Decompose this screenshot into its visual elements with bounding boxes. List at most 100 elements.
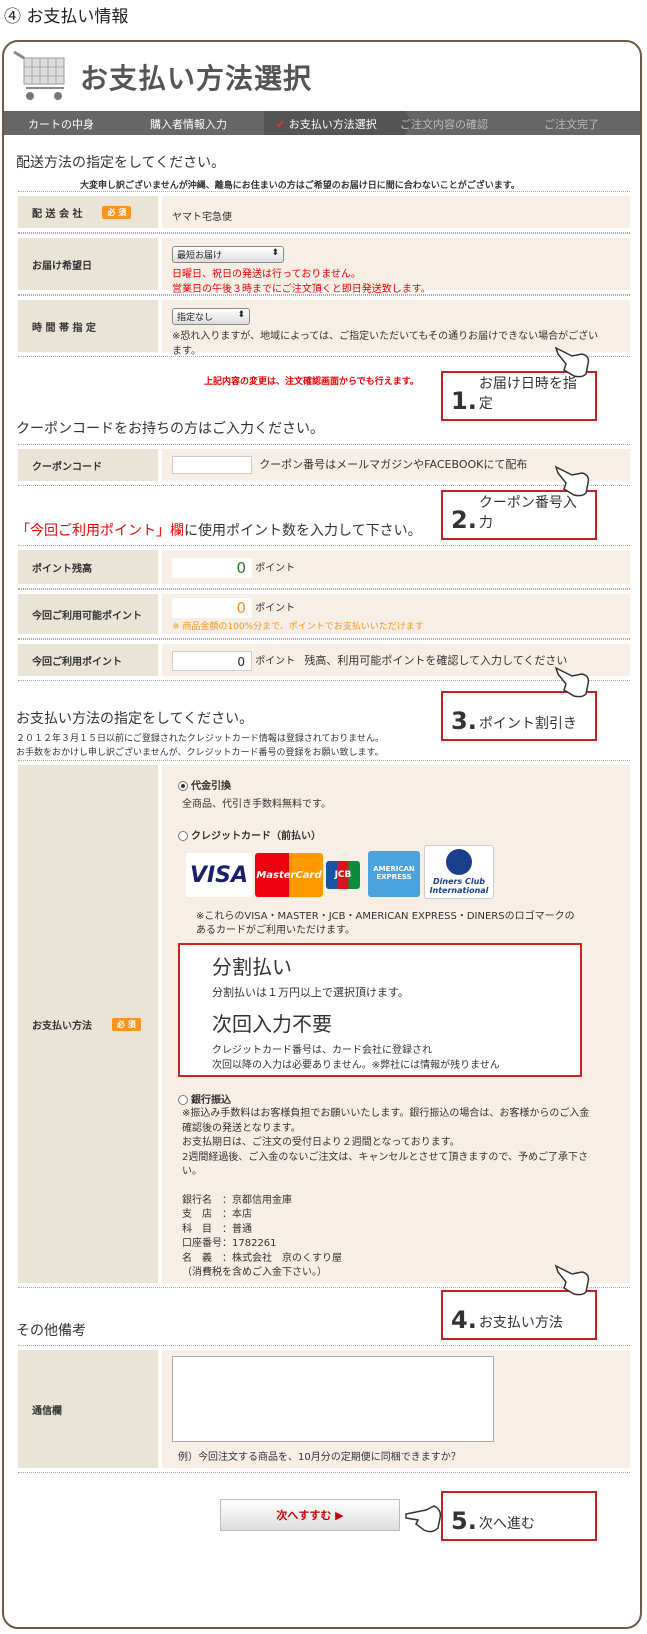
radio-icon[interactable] (178, 1095, 188, 1105)
points-title-rest: に使用ポイント数を入力して下さい。 (184, 523, 422, 539)
delivery-notice: 大変申し訳ございませんが沖縄、離島にお住まいの方はご希望のお届け日に間に合わない… (80, 181, 520, 191)
coupon-row: クーポンコード クーポン番号はメールマガジンやFACEBOOKにて配布 (18, 444, 630, 486)
jcb-logo: JCB (326, 861, 360, 889)
payment-section-title: お支払い方法の指定をしてください。 (16, 711, 254, 727)
payment-label: お支払い方法必 須 (18, 765, 158, 1283)
bank-note-3: 2週間経過後、ご入金のないご注文は、キャンセルとさせて頂きますので、予めご了承下… (182, 1151, 588, 1178)
message-label: 通信欄 (18, 1350, 158, 1468)
balance-amount: 0 (172, 558, 252, 578)
time-label: 時 間 帯 指 定 (18, 300, 158, 352)
points-unit: ポイント (255, 563, 296, 574)
step-buyer-info: 購入者情報入力 (150, 118, 227, 131)
change-note: 上記内容の変更は、注文確認画面からでも行えます。 (204, 377, 419, 387)
diners-text: Diners Club International (429, 877, 489, 895)
section-heading: ④ お支払い情報 (4, 7, 129, 27)
date-select[interactable]: 最短お届け ⬍ (172, 246, 284, 263)
credit-option[interactable]: クレジットカード（前払い） (178, 827, 321, 842)
step-cart: カートの中身 (28, 118, 94, 131)
date-row: お届け希望日 最短お届け ⬍ 日曜日、祝日の発送は行っておりません。 営業日の午後… (18, 233, 630, 295)
diners-logo: Diners Club International (424, 845, 494, 899)
shopping-cart-icon (13, 50, 65, 100)
use-points-input[interactable]: 0 (172, 651, 252, 671)
payment-note-1: ２０１２年３月１５日以前にご登録されたクレジットカード情報は登録されておりません… (16, 734, 385, 744)
balance-label: ポイント残高 (18, 550, 158, 584)
coupon-input[interactable] (172, 456, 252, 474)
bank-line: 支 店 ：本店 (182, 1209, 252, 1220)
installment-note: 分割払いは１万円以上で選択頂けます。 (212, 986, 409, 999)
page-title: お支払い方法選択 (80, 62, 313, 95)
points-title-red: 「今回ご利用ポイント」欄 (16, 523, 184, 539)
card-note-2: あるカードがご利用いただけます。 (196, 925, 355, 936)
progress-steps: カートの中身 購入者情報入力 ✔ お支払い方法選択 ご注文内容の確認 ご注文完了 (4, 111, 640, 135)
points-section-title: 「今回ご利用ポイント」欄に使用ポイント数を入力して下さい。 (16, 520, 422, 540)
check-icon: ✔ (276, 118, 286, 131)
coupon-hint: クーポン番号はメールマガジンやFACEBOOKにて配布 (259, 458, 528, 471)
noinput-title: 次回入力不要 (212, 1012, 332, 1036)
time-select[interactable]: 指定なし ⬍ (172, 308, 250, 325)
use-points-label: 今回ご利用ポイント (18, 644, 158, 676)
step-payment-active: ✔ お支払い方法選択 (264, 111, 406, 135)
installment-title: 分割払い (212, 955, 292, 979)
date-note-1: 日曜日、祝日の発送は行っておりません。 (172, 269, 361, 280)
available-label: 今回ご利用可能ポイント (18, 594, 158, 634)
step-complete: ご注文完了 (544, 118, 599, 131)
payment-note-2: お手数をおかけし申し訳ございませんが、クレジットカード番号の登録をお願い致します… (16, 748, 384, 758)
mastercard-logo: MasterCard (255, 853, 323, 897)
pointing-hand-icon (554, 465, 590, 497)
bank-line: （消費税を含めご入金下さい。） (182, 1267, 327, 1278)
noinput-note-2: 次回以降の入力は必要ありません。※弊社には情報が残りません (212, 1060, 500, 1071)
time-row: 時 間 帯 指 定 指定なし ⬍ ※恐れ入りますが、地域によっては、ご指定いただい… (18, 295, 630, 357)
available-note: ※ 商品金額の100%分まで、ポイントでお支払いいただけます (172, 622, 424, 632)
updown-icon: ⬍ (237, 310, 245, 320)
callout-5: 5. 次へ進む (441, 1491, 597, 1541)
pointing-hand-icon (554, 346, 590, 378)
amex-logo: AMERICAN EXPRESS (368, 851, 420, 897)
bank-note-1: ※振込み手数料はお客様負担でお願いいたします。銀行振込の場合は、お客様からのご入… (182, 1108, 590, 1134)
pointing-hand-icon (405, 1505, 442, 1533)
bank-option[interactable]: 銀行振込 (178, 1091, 231, 1106)
carrier-label: 配 送 会 社必 須 (18, 196, 158, 228)
radio-checked-icon[interactable] (178, 781, 188, 791)
message-textarea[interactable] (172, 1356, 494, 1442)
available-value: 0 ポイント ※ 商品金額の100%分まで、ポイントでお支払いいただけます (162, 594, 630, 634)
coupon-section-title: クーポンコードをお持ちの方はご入力ください。 (16, 421, 324, 437)
message-row: 通信欄 例）今回注文する商品を、10月分の定期便に同梱できますか？ (18, 1345, 630, 1473)
bank-line: 銀行名 ：京都信用金庫 (182, 1194, 292, 1206)
required-badge: 必 須 (102, 205, 132, 219)
cod-option[interactable]: 代金引換 (178, 777, 231, 792)
date-label: お届け希望日 (18, 238, 158, 290)
required-badge: 必 須 (112, 1017, 141, 1031)
noinput-note-1: クレジットカード番号は、カード会社に登録され (212, 1045, 432, 1056)
bank-line: 口座番号：1782261 (182, 1238, 277, 1249)
radio-icon[interactable] (178, 831, 188, 841)
carrier-row: 配 送 会 社必 須 ヤマト宅急便 (18, 191, 630, 233)
available-amount: 0 (172, 598, 252, 618)
carrier-value: ヤマト宅急便 (162, 196, 630, 228)
available-row: 今回ご利用可能ポイント 0 ポイント ※ 商品金額の100%分まで、ポイントでお… (18, 589, 630, 639)
use-points-hint: 残高、利用可能ポイントを確認して入力してください (304, 654, 568, 667)
other-section-title: その他備考 (16, 1323, 86, 1339)
cod-note: 全商品、代引き手数料無料です。 (182, 799, 331, 810)
pointing-hand-icon (554, 666, 590, 698)
message-example: 例）今回注文する商品を、10月分の定期便に同梱できますか？ (178, 1452, 461, 1463)
points-unit: ポイント (255, 656, 296, 667)
step-confirm: ご注文内容の確認 (400, 118, 488, 131)
delivery-section-title: 配送方法の指定をしてください。 (16, 155, 226, 171)
balance-row: ポイント残高 0 ポイント (18, 545, 630, 589)
bank-note-2: お支払期日は、ご注文の受付日より２週間となっております。 (182, 1137, 460, 1148)
diners-circle-icon (446, 849, 472, 875)
card-note-1: ※これらのVISA・MASTER・JCB・AMERICAN EXPRESS・DI… (196, 911, 575, 922)
message-value: 例）今回注文する商品を、10月分の定期便に同梱できますか？ (162, 1350, 630, 1468)
bank-notes: ※振込み手数料はお客様負担でお願いいたします。銀行振込の場合は、お客様からのご入… (182, 1107, 592, 1281)
bank-line: 名 義 ：株式会社 京のくすり屋 (182, 1252, 342, 1264)
credit-benefits-box: 分割払い 分割払いは１万円以上で選択頂けます。 次回入力不要 クレジットカード番… (178, 943, 582, 1077)
points-unit: ポイント (255, 603, 296, 614)
next-button[interactable]: 次へすすむ ▶ (220, 1499, 400, 1531)
updown-icon: ⬍ (271, 248, 279, 258)
payment-options: 代金引換 全商品、代引き手数料無料です。 クレジットカード（前払い） VISA … (162, 765, 630, 1283)
date-note-2: 営業日の午後３時までにご注文頂くと即日発送致します。 (172, 284, 431, 295)
use-points-row: 今回ご利用ポイント 0 ポイント 残高、利用可能ポイントを確認して入力してくださ… (18, 639, 630, 681)
balance-value: 0 ポイント (162, 550, 630, 584)
bank-line: 科 目 ：普通 (182, 1223, 252, 1235)
pointing-hand-icon (554, 1264, 590, 1296)
